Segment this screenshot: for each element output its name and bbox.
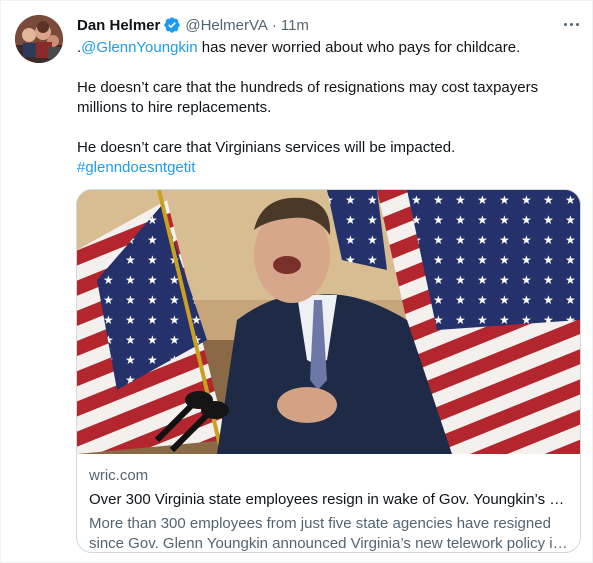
verified-badge-icon xyxy=(163,16,181,34)
tweet-paragraph-3: He doesn’t care that Virginians services… xyxy=(77,139,456,156)
tweet-text: .@GlennYoungkin has never worried about … xyxy=(77,38,577,178)
tweet[interactable]: Dan Helmer @HelmerVA · 11m .@GlennYoungk… xyxy=(0,0,593,563)
avatar-photo-icon xyxy=(15,15,63,63)
author-handle[interactable]: @HelmerVA xyxy=(185,17,267,34)
card-domain: wric.com xyxy=(89,467,149,484)
tweet-paragraph-1: .@GlennYoungkin has never worried about … xyxy=(77,38,577,58)
card-image[interactable]: ★ xyxy=(77,190,580,454)
header-separator: · xyxy=(271,16,277,34)
link-preview-card[interactable]: ★ xyxy=(76,189,581,553)
card-title[interactable]: Over 300 Virginia state employees resign… xyxy=(89,490,568,510)
author-name[interactable]: Dan Helmer xyxy=(77,17,160,34)
more-options-icon[interactable] xyxy=(560,15,582,33)
card-photo-icon: ★ xyxy=(77,190,580,454)
card-meta: wric.com Over 300 Virginia state employe… xyxy=(89,466,568,552)
avatar[interactable] xyxy=(15,15,63,63)
card-description: More than 300 employees from just five s… xyxy=(89,515,561,552)
tweet-paragraph-2: He doesn’t care that the hundreds of res… xyxy=(77,79,539,116)
paragraph-1-text: has never worried about who pays for chi… xyxy=(197,39,521,56)
tweet-timestamp[interactable]: 11m xyxy=(281,17,309,34)
tweet-header: Dan Helmer @HelmerVA · 11m xyxy=(77,14,572,36)
mention-link[interactable]: @GlennYoungkin xyxy=(81,39,197,56)
hashtag-link[interactable]: #glenndoesntgetit xyxy=(77,159,195,176)
